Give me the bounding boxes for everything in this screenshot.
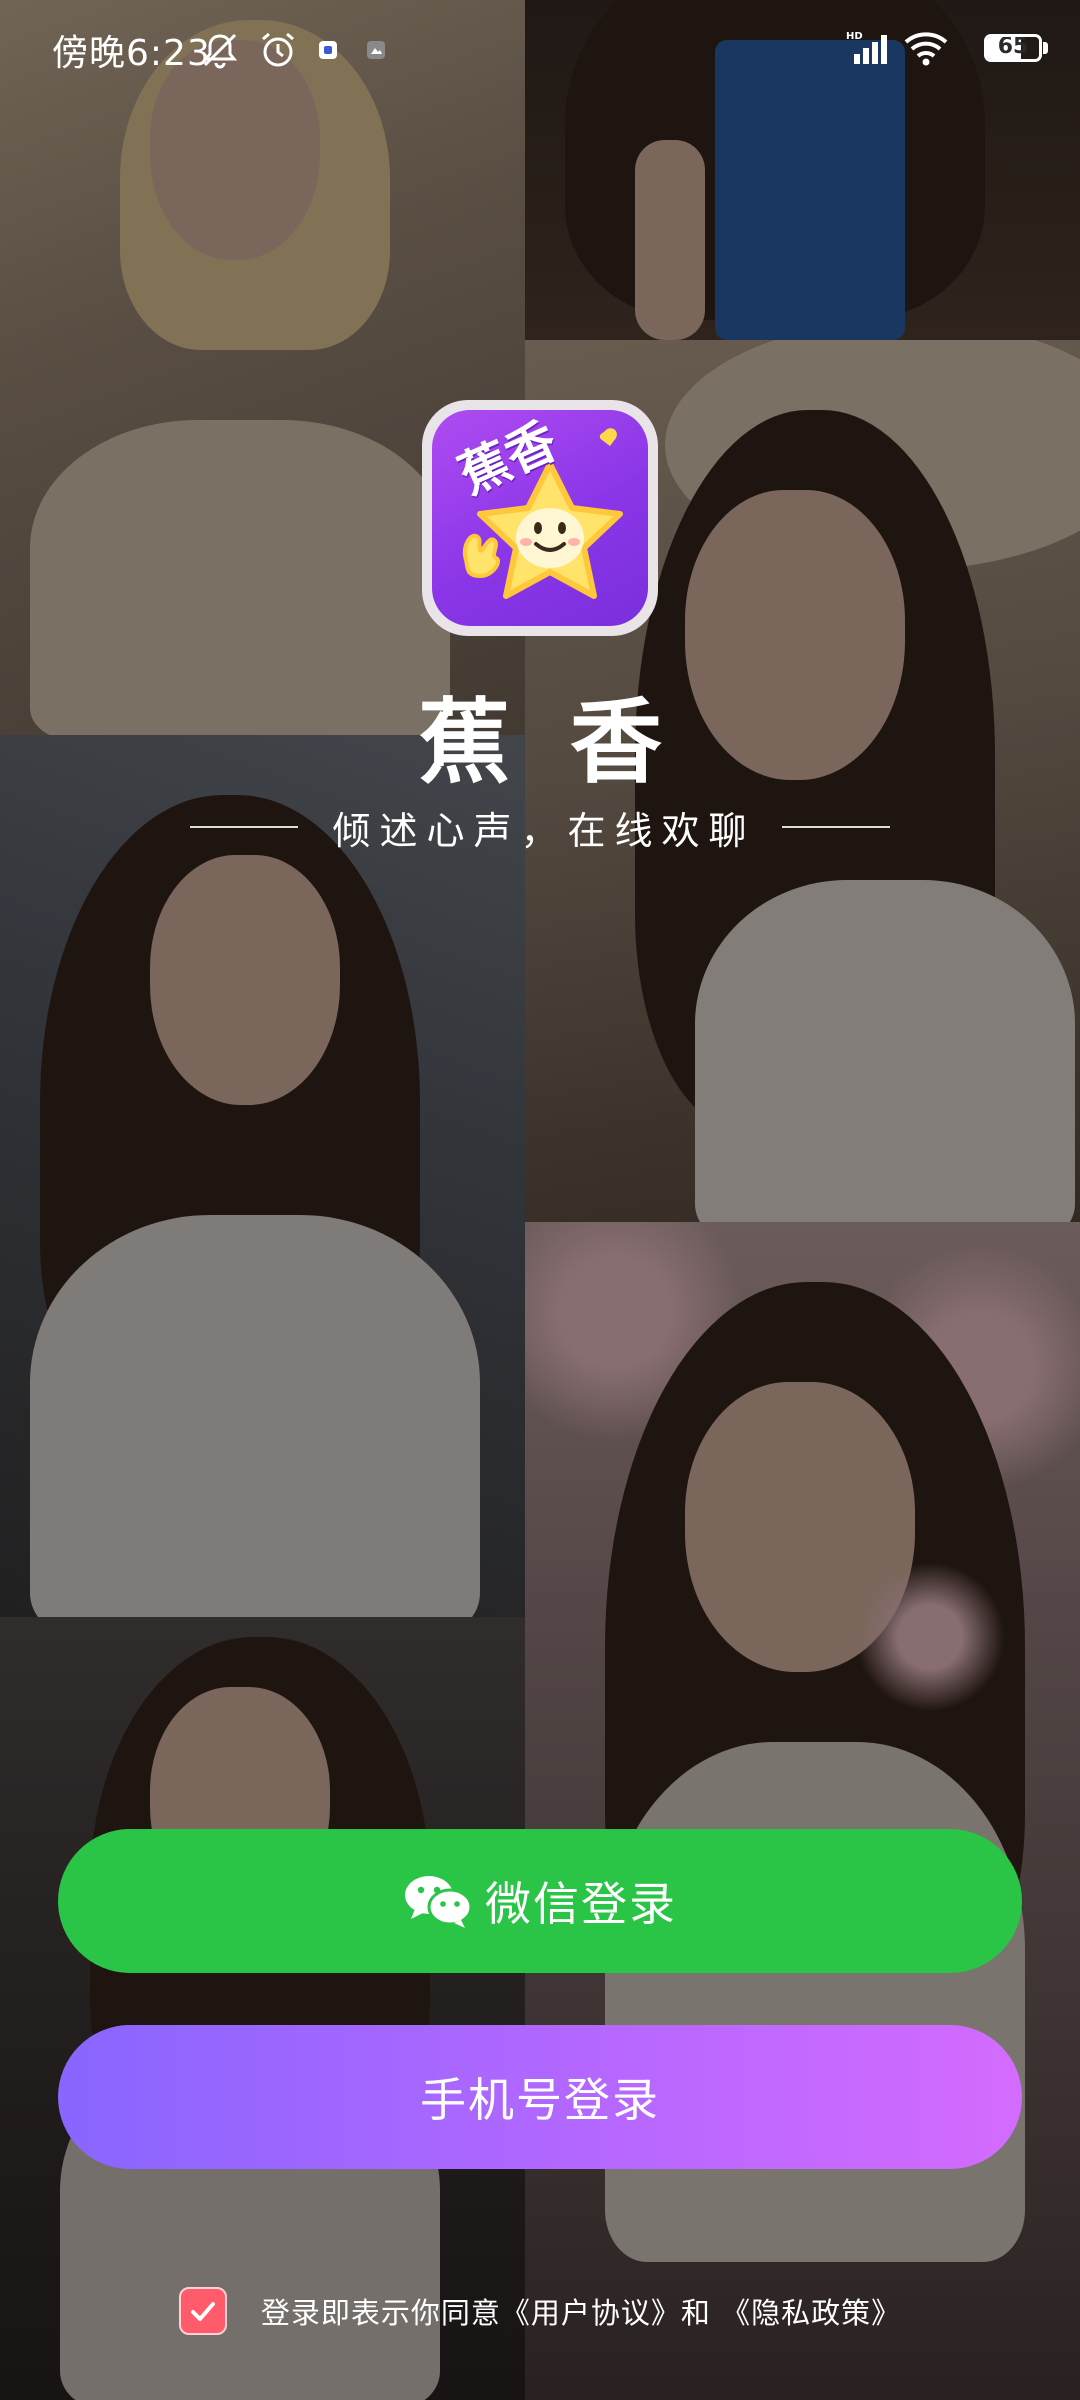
wifi-icon xyxy=(904,30,948,70)
battery-indicator: 65 xyxy=(984,34,1042,62)
agreement-row: 登录即表示你同意《用户协议》和 《隐私政策》 xyxy=(0,2286,1080,2336)
tagline-row: 倾述心声，在线欢聊 xyxy=(0,797,1080,857)
phone-login-button[interactable]: 手机号登录 xyxy=(58,2025,1022,2169)
user-agreement-link[interactable]: 《用户协议》 xyxy=(501,2296,681,2330)
checkmark-icon xyxy=(190,2302,215,2321)
phone-login-label: 手机号登录 xyxy=(420,2073,660,2127)
login-screen: 傍晚6:23 HD 65 蕉香 蕉香 倾述心声，在线欢聊 微信登录 手机号登录 … xyxy=(0,0,1080,2400)
app-name: 蕉香 xyxy=(417,689,722,796)
privacy-policy-link[interactable]: 《隐私政策》 xyxy=(721,2296,901,2330)
app-logo-inner: 蕉香 xyxy=(432,410,648,626)
wechat-icon xyxy=(403,1873,473,1929)
hd-signal-icon: HD xyxy=(846,30,894,70)
svg-text:HD: HD xyxy=(846,31,863,42)
mute-bell-icon xyxy=(200,30,240,74)
agreement-text: 登录即表示你同意《用户协议》和 《隐私政策》 xyxy=(261,2290,901,2332)
battery-nub xyxy=(1043,42,1048,54)
wechat-login-label: 微信登录 xyxy=(485,1877,677,1931)
alarm-icon xyxy=(258,30,298,74)
tagline-divider-left xyxy=(190,826,299,828)
status-bar: 傍晚6:23 HD 65 xyxy=(0,0,1080,100)
agreement-conjunction: 和 xyxy=(680,2296,722,2330)
notification-app-icon-2 xyxy=(366,40,386,64)
status-time: 傍晚6:23 xyxy=(52,33,211,74)
battery-level-text: 65 xyxy=(997,34,1029,59)
tagline-divider-right xyxy=(781,826,890,828)
agreement-prefix: 登录即表示你同意 xyxy=(260,2296,501,2330)
app-logo: 蕉香 xyxy=(422,400,658,636)
agreement-checkbox[interactable] xyxy=(178,2287,227,2335)
wechat-login-button[interactable]: 微信登录 xyxy=(58,1829,1022,1973)
notification-app-icon xyxy=(318,40,338,64)
app-tagline: 倾述心声，在线欢聊 xyxy=(332,808,756,853)
